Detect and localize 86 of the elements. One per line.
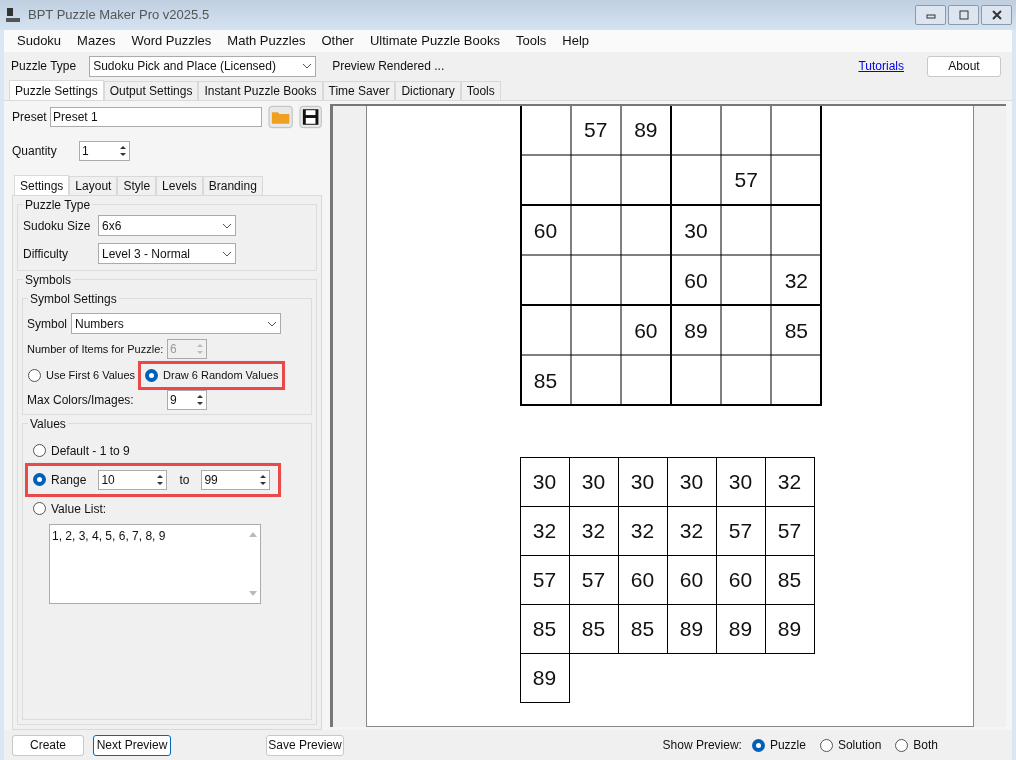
radio-button[interactable] (895, 738, 909, 752)
menu-item[interactable]: Other (316, 31, 359, 51)
symbol-cell: 32 (764, 457, 815, 507)
create-button[interactable]: Create (12, 734, 84, 756)
grid-number: 89 (684, 317, 708, 344)
tab[interactable]: Branding (202, 176, 263, 195)
close-button[interactable] (981, 5, 1012, 25)
radio-button[interactable] (33, 473, 46, 486)
symbol-cell: 89 (519, 653, 570, 703)
radio-label: Default - 1 to 9 (51, 442, 130, 460)
grid-number: 57 (583, 117, 608, 144)
minimize-button[interactable] (915, 5, 946, 25)
grid-number: 57 (734, 167, 758, 194)
grid-number: 60 (533, 217, 558, 244)
symbol-cell: 89 (764, 604, 815, 654)
chevron-down-icon (222, 250, 232, 257)
chevron-down-icon (302, 63, 313, 69)
status-text: Preview Rendered ... (332, 58, 445, 75)
tab[interactable]: Puzzle Settings (9, 80, 104, 101)
field-label: Quantity (12, 143, 58, 160)
field-label: Sudoku Size (23, 217, 92, 235)
field-label: Show Preview: (662, 737, 742, 754)
save-icon[interactable] (298, 105, 322, 129)
symbol-dropdown[interactable]: Numbers (71, 313, 281, 334)
menu-item[interactable]: Mazes (72, 31, 121, 51)
puzzle-type-dropdown[interactable]: Sudoku Pick and Place (Licensed) (89, 55, 317, 77)
spin-field[interactable]: 99 (201, 469, 271, 490)
radio-label: Solution (837, 737, 882, 754)
grid-number: 85 (784, 317, 808, 344)
field-label: Max Colors/Images: (27, 391, 135, 409)
tutorials-link[interactable]: Tutorials (858, 57, 904, 75)
tab[interactable]: Dictionary (395, 81, 461, 100)
field-label: Number of Items for Puzzle: (27, 341, 165, 357)
field-label: Difficulty (23, 245, 70, 263)
radio-button[interactable] (145, 368, 159, 382)
radio-label: Use First 6 Values (46, 368, 136, 383)
radio-button[interactable] (33, 444, 46, 457)
radio-label: Both (913, 737, 938, 754)
spin-field[interactable]: 10 (98, 469, 168, 490)
next-preview-button[interactable]: Next Preview (93, 734, 171, 756)
spin-field[interactable]: 9 (167, 389, 207, 410)
tab[interactable]: Settings (14, 175, 70, 196)
spin-field[interactable]: 1 (79, 141, 130, 161)
tab[interactable]: Output Settings (103, 81, 199, 100)
value-list-field[interactable]: 1, 2, 3, 4, 5, 6, 7, 8, 9 (49, 523, 261, 604)
close-icon (990, 10, 1003, 20)
radio-label: Puzzle (769, 737, 806, 754)
about-button[interactable]: About (927, 55, 1001, 77)
grid-number: 30 (684, 217, 708, 244)
menu-item[interactable]: Ultimate Puzzle Books (364, 31, 505, 51)
grid-number: 32 (784, 267, 808, 294)
field-label: Puzzle Type (11, 58, 77, 75)
difficulty-dropdown[interactable]: Level 3 - Normal (98, 243, 236, 264)
save-preview-button[interactable]: Save Preview (266, 734, 344, 756)
field-label: to (178, 471, 191, 489)
tab[interactable]: Instant Puzzle Books (198, 81, 323, 100)
radio-button[interactable] (819, 738, 833, 752)
radio-button[interactable] (28, 368, 41, 382)
window-title: BPT Puzzle Maker Pro v2025.5 (28, 6, 210, 25)
grid-number: 89 (634, 117, 658, 144)
chevron-down-icon (222, 222, 232, 229)
radio-label: Draw 6 Random Values (163, 368, 279, 383)
app-logo-icon (4, 6, 22, 24)
menu-item[interactable]: Math Puzzles (222, 31, 311, 51)
tab[interactable]: Tools (460, 81, 501, 100)
grid-number: 60 (634, 317, 658, 344)
menu-item[interactable]: Word Puzzles (126, 31, 217, 51)
chevron-down-icon (267, 320, 277, 327)
tab[interactable]: Levels (156, 176, 203, 195)
radio-button[interactable] (33, 502, 46, 515)
radio-label: Value List: (51, 500, 107, 518)
tab[interactable]: Style (117, 176, 157, 195)
menu-item[interactable]: Tools (511, 31, 552, 51)
grid-number: 85 (533, 368, 558, 395)
field-label: Symbol (27, 315, 68, 333)
radio-button[interactable] (751, 738, 765, 752)
grid-number: 60 (684, 267, 708, 294)
symbol-cell: 30 (519, 457, 570, 507)
menu-item[interactable]: Sudoku (12, 31, 67, 51)
tab[interactable]: Layout (69, 176, 118, 195)
menu-item[interactable]: Help (557, 31, 595, 51)
size-dropdown[interactable]: 6x6 (98, 215, 236, 236)
radio-label: Range (51, 471, 87, 489)
preset-field[interactable]: Preset 1 (50, 107, 262, 127)
tab[interactable]: Time Saver (322, 81, 396, 100)
maximize-icon (957, 10, 970, 20)
